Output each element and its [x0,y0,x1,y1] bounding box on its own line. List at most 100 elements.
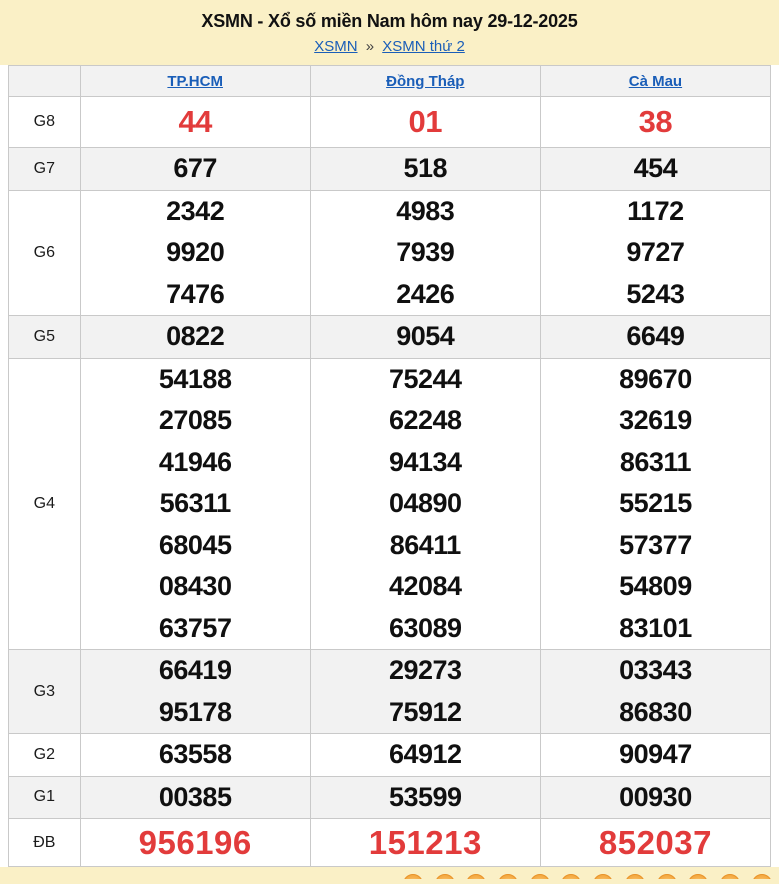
city-link-0[interactable]: TP.HCM [167,73,223,90]
number-value: 75244 [311,359,540,401]
loto-balls-row [403,874,772,879]
breadcrumb-separator: » [362,38,378,55]
prize-cell-G3-col1: 2927375912 [310,650,540,734]
number-value: 7939 [311,232,540,274]
prize-row-G6: G6234299207476498379392426117297275243 [9,190,771,316]
number-value: 29273 [311,650,540,692]
number-value: 53599 [311,777,540,819]
number-value: 38 [541,97,770,147]
loto-ball-icon[interactable] [720,874,740,879]
prize-label-G6: G6 [9,190,81,316]
prize-label-G1: G1 [9,776,81,819]
prize-cell-G6-col0: 234299207476 [80,190,310,316]
loto-ball-icon[interactable] [530,874,550,879]
number-value: 63089 [311,608,540,650]
loto-ball-icon[interactable] [625,874,645,879]
number-value: 95178 [81,692,310,734]
number-value: 677 [81,148,310,190]
number-value: 86830 [541,692,770,734]
number-value: 83101 [541,608,770,650]
loto-ball-icon[interactable] [561,874,581,879]
number-value: 00930 [541,777,770,819]
loto-ball-icon[interactable] [688,874,708,879]
results-table-wrapper: TP.HCMĐồng ThápCà Mau G8440138G767751845… [0,65,779,867]
number-value: 62248 [311,400,540,442]
prize-cell-G3-col0: 6641995178 [80,650,310,734]
number-value: 57377 [541,525,770,567]
loto-ball-icon[interactable] [752,874,772,879]
prize-label-G3: G3 [9,650,81,734]
number-value: 852037 [541,819,770,866]
number-value: 9054 [311,316,540,358]
number-value: 86311 [541,442,770,484]
prize-label-G4: G4 [9,358,81,650]
prize-cell-G7-col2: 454 [540,148,770,191]
loto-balls-strip [0,867,779,879]
loto-ball-icon[interactable] [498,874,518,879]
loto-ball-icon[interactable] [466,874,486,879]
number-value: 68045 [81,525,310,567]
prize-cell-ĐB-col0: 956196 [80,819,310,867]
prize-cell-G7-col1: 518 [310,148,540,191]
number-value: 00385 [81,777,310,819]
loto-ball-icon[interactable] [403,874,423,879]
prize-label-G5: G5 [9,316,81,359]
prize-cell-G8-col2: 38 [540,97,770,148]
loto-ball-icon[interactable] [435,874,455,879]
prize-cell-G1-col0: 00385 [80,776,310,819]
prize-row-G2: G2635586491290947 [9,734,771,777]
prize-label-G7: G7 [9,148,81,191]
loto-ball-icon[interactable] [593,874,613,879]
prize-cell-G5-col2: 6649 [540,316,770,359]
number-value: 0822 [81,316,310,358]
number-value: 41946 [81,442,310,484]
results-table-body: G8440138G7677518454G62342992074764983793… [9,97,771,867]
breadcrumb-link-xsmn[interactable]: XSMN [314,38,357,55]
number-value: 86411 [311,525,540,567]
number-value: 44 [81,97,310,147]
number-value: 32619 [541,400,770,442]
number-value: 151213 [311,819,540,866]
number-value: 27085 [81,400,310,442]
number-value: 66419 [81,650,310,692]
city-link-1[interactable]: Đồng Tháp [386,73,464,90]
column-header-2: Cà Mau [540,66,770,97]
prize-cell-G2-col0: 63558 [80,734,310,777]
prize-cell-G4-col2: 89670326198631155215573775480983101 [540,358,770,650]
number-value: 2342 [81,191,310,233]
city-link-2[interactable]: Cà Mau [629,73,682,90]
prize-cell-G4-col1: 75244622489413404890864114208463089 [310,358,540,650]
prize-cell-G1-col1: 53599 [310,776,540,819]
number-value: 9727 [541,232,770,274]
number-value: 94134 [311,442,540,484]
number-value: 01 [311,97,540,147]
number-value: 08430 [81,566,310,608]
column-header-0: TP.HCM [80,66,310,97]
number-value: 64912 [311,734,540,776]
prize-cell-ĐB-col2: 852037 [540,819,770,867]
number-value: 6649 [541,316,770,358]
table-corner-cell [9,66,81,97]
prize-cell-G5-col1: 9054 [310,316,540,359]
prize-cell-G6-col1: 498379392426 [310,190,540,316]
prize-label-G2: G2 [9,734,81,777]
number-value: 5243 [541,274,770,316]
number-value: 63558 [81,734,310,776]
prize-cell-ĐB-col1: 151213 [310,819,540,867]
number-value: 4983 [311,191,540,233]
number-value: 956196 [81,819,310,866]
loto-ball-icon[interactable] [657,874,677,879]
prize-cell-G7-col0: 677 [80,148,310,191]
number-value: 55215 [541,483,770,525]
prize-cell-G1-col2: 00930 [540,776,770,819]
breadcrumb-link-xsmn-thu-2[interactable]: XSMN thứ 2 [382,38,465,55]
prize-cell-G4-col0: 54188270854194656311680450843063757 [80,358,310,650]
prize-row-G3: G3664199517829273759120334386830 [9,650,771,734]
lottery-results-table: TP.HCMĐồng ThápCà Mau G8440138G767751845… [8,65,771,867]
prize-label-ĐB: ĐB [9,819,81,867]
prize-row-G4: G454188270854194656311680450843063757752… [9,358,771,650]
number-value: 54809 [541,566,770,608]
page-title: XSMN - Xổ số miền Nam hôm nay 29-12-2025 [0,11,779,32]
number-value: 518 [311,148,540,190]
number-value: 90947 [541,734,770,776]
